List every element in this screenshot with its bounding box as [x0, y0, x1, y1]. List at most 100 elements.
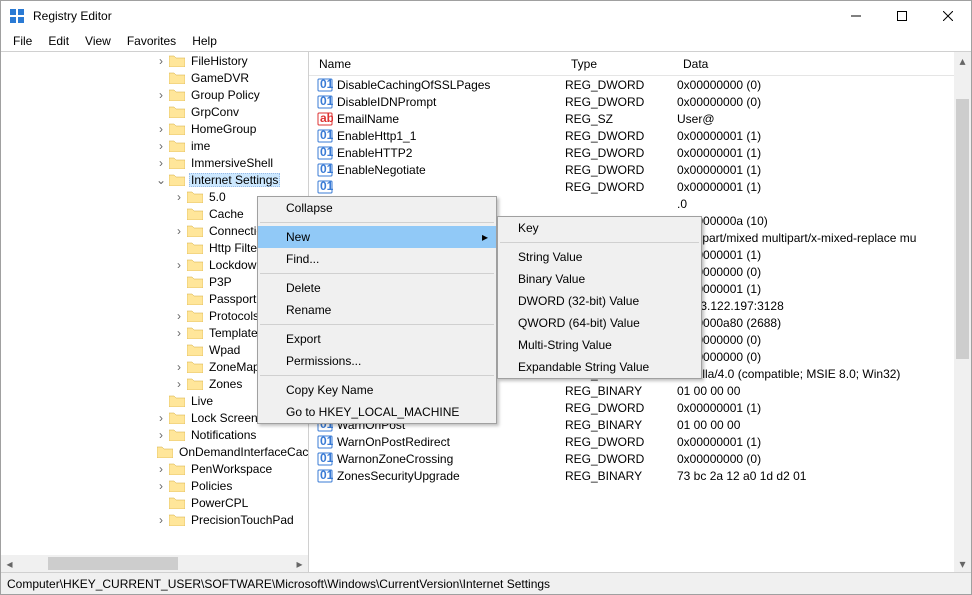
dword-value-icon: 011	[317, 94, 333, 110]
value-data: User@	[677, 112, 954, 126]
tree-item[interactable]: ›PenWorkspace	[1, 460, 308, 477]
folder-icon	[169, 412, 185, 424]
column-type[interactable]: Type	[565, 57, 677, 71]
ctx-new[interactable]: New▸	[258, 226, 496, 248]
chevron-right-icon[interactable]: ›	[155, 140, 167, 152]
value-row[interactable]: 011ZonesSecurityUpgradeREG_BINARY73 bc 2…	[309, 467, 954, 484]
sub-qword[interactable]: QWORD (64-bit) Value	[498, 312, 701, 334]
tree-item[interactable]: › ImmersiveShell	[1, 154, 308, 171]
value-data: 01 00 00 00	[677, 418, 954, 432]
ctx-collapse[interactable]: Collapse	[258, 197, 496, 219]
value-data: 0x00000001 (1)	[677, 180, 954, 194]
chevron-right-icon[interactable]: ›	[173, 310, 185, 322]
tree-item[interactable]: GameDVR	[1, 69, 308, 86]
menu-edit[interactable]: Edit	[40, 32, 77, 50]
value-row[interactable]: 011REG_DWORD0x00000001 (1)	[309, 178, 954, 195]
value-type: REG_DWORD	[565, 435, 677, 449]
tree-item[interactable]: ›FileHistory	[1, 52, 308, 69]
chevron-down-icon[interactable]: ⌄	[155, 174, 167, 186]
column-name[interactable]: Name	[309, 57, 565, 71]
value-row[interactable]: 011EnableNegotiateREG_DWORD0x00000001 (1…	[309, 161, 954, 178]
chevron-right-icon[interactable]: ›	[155, 55, 167, 67]
value-data: 0x00000000 (0)	[677, 452, 954, 466]
svg-text:011: 011	[320, 451, 333, 465]
ctx-permissions[interactable]: Permissions...	[258, 350, 496, 372]
close-button[interactable]	[925, 1, 971, 31]
sub-multi-string[interactable]: Multi-String Value	[498, 334, 701, 356]
context-submenu-new: Key String Value Binary Value DWORD (32-…	[497, 216, 702, 379]
tree-item-label: ImmersiveShell	[189, 156, 275, 170]
values-vertical-scrollbar[interactable]: ▴ ▾	[954, 52, 971, 572]
tree-item-label: Passport	[207, 292, 258, 306]
ctx-find[interactable]: Find...	[258, 248, 496, 270]
scroll-right-icon[interactable]: ▸	[291, 555, 308, 572]
value-row[interactable]: 011EnableHttp1_1REG_DWORD0x00000001 (1)	[309, 127, 954, 144]
scrollbar-thumb[interactable]	[956, 99, 969, 359]
value-name: EnableNegotiate	[337, 163, 426, 177]
value-row[interactable]: 011WarnOnPostRedirectREG_DWORD0x00000001…	[309, 433, 954, 450]
tree-item[interactable]: OnDemandInterfaceCache	[1, 443, 308, 460]
value-data: 0x00000001 (1)	[677, 163, 954, 177]
chevron-right-icon[interactable]: ›	[155, 157, 167, 169]
chevron-right-icon[interactable]: ›	[155, 123, 167, 135]
menu-view[interactable]: View	[77, 32, 119, 50]
folder-icon	[157, 446, 173, 458]
value-data: 0x00000000 (0)	[677, 350, 954, 364]
value-type: REG_BINARY	[565, 418, 677, 432]
ctx-delete[interactable]: Delete	[258, 277, 496, 299]
sub-binary[interactable]: Binary Value	[498, 268, 701, 290]
value-row[interactable]: 011DisableIDNPromptREG_DWORD0x00000000 (…	[309, 93, 954, 110]
tree-item[interactable]: ›HomeGroup	[1, 120, 308, 137]
value-row[interactable]: 011EnableHTTP2REG_DWORD0x00000001 (1)	[309, 144, 954, 161]
minimize-button[interactable]	[833, 1, 879, 31]
chevron-right-icon[interactable]: ›	[173, 378, 185, 390]
chevron-right-icon[interactable]: ›	[173, 327, 185, 339]
tree-item[interactable]: ›ime	[1, 137, 308, 154]
tree-item[interactable]: ›Group Policy	[1, 86, 308, 103]
sub-dword[interactable]: DWORD (32-bit) Value	[498, 290, 701, 312]
tree-item[interactable]: GrpConv	[1, 103, 308, 120]
chevron-right-icon[interactable]: ›	[155, 429, 167, 441]
chevron-right-icon[interactable]: ›	[173, 191, 185, 203]
chevron-right-icon[interactable]: ›	[173, 225, 185, 237]
sub-key[interactable]: Key	[498, 217, 701, 239]
chevron-right-icon[interactable]: ›	[155, 412, 167, 424]
value-row[interactable]: abEmailNameREG_SZUser@	[309, 110, 954, 127]
ctx-export[interactable]: Export	[258, 328, 496, 350]
sub-expandable-string[interactable]: Expandable String Value	[498, 356, 701, 378]
chevron-right-icon[interactable]: ›	[155, 480, 167, 492]
folder-icon	[169, 395, 185, 407]
scroll-up-icon[interactable]: ▴	[954, 52, 971, 69]
scrollbar-thumb[interactable]	[48, 557, 178, 570]
column-data[interactable]: Data	[677, 57, 971, 71]
scroll-down-icon[interactable]: ▾	[954, 555, 971, 572]
chevron-right-icon[interactable]: ›	[155, 463, 167, 475]
value-data: 0x00000001 (1)	[677, 435, 954, 449]
chevron-right-icon[interactable]: ›	[173, 259, 185, 271]
value-row[interactable]: 011DisableCachingOfSSLPagesREG_DWORD0x00…	[309, 76, 954, 93]
tree-item[interactable]: ›Policies	[1, 477, 308, 494]
ctx-goto-hklm[interactable]: Go to HKEY_LOCAL_MACHINE	[258, 401, 496, 423]
folder-icon	[169, 480, 185, 492]
menu-help[interactable]: Help	[184, 32, 225, 50]
tree-horizontal-scrollbar[interactable]: ◂ ▸	[1, 555, 308, 572]
dword-value-icon: 011	[317, 145, 333, 161]
ctx-copy-key-name[interactable]: Copy Key Name	[258, 379, 496, 401]
maximize-button[interactable]	[879, 1, 925, 31]
sz-value-icon: ab	[317, 111, 333, 127]
menu-favorites[interactable]: Favorites	[119, 32, 184, 50]
tree-item[interactable]: ›PrecisionTouchPad	[1, 511, 308, 528]
scroll-left-icon[interactable]: ◂	[1, 555, 18, 572]
sub-string[interactable]: String Value	[498, 246, 701, 268]
value-row[interactable]: 011WarnonZoneCrossingREG_DWORD0x00000000…	[309, 450, 954, 467]
tree-item[interactable]: ⌄Internet Settings	[1, 171, 308, 188]
tree-item-label: Cache	[207, 207, 246, 221]
tree-item[interactable]: ›Notifications	[1, 426, 308, 443]
dword-value-icon: 011	[317, 451, 333, 467]
ctx-rename[interactable]: Rename	[258, 299, 496, 321]
menu-file[interactable]: File	[5, 32, 40, 50]
chevron-right-icon[interactable]: ›	[155, 89, 167, 101]
chevron-right-icon[interactable]: ›	[173, 361, 185, 373]
chevron-right-icon[interactable]: ›	[155, 514, 167, 526]
tree-item[interactable]: PowerCPL	[1, 494, 308, 511]
